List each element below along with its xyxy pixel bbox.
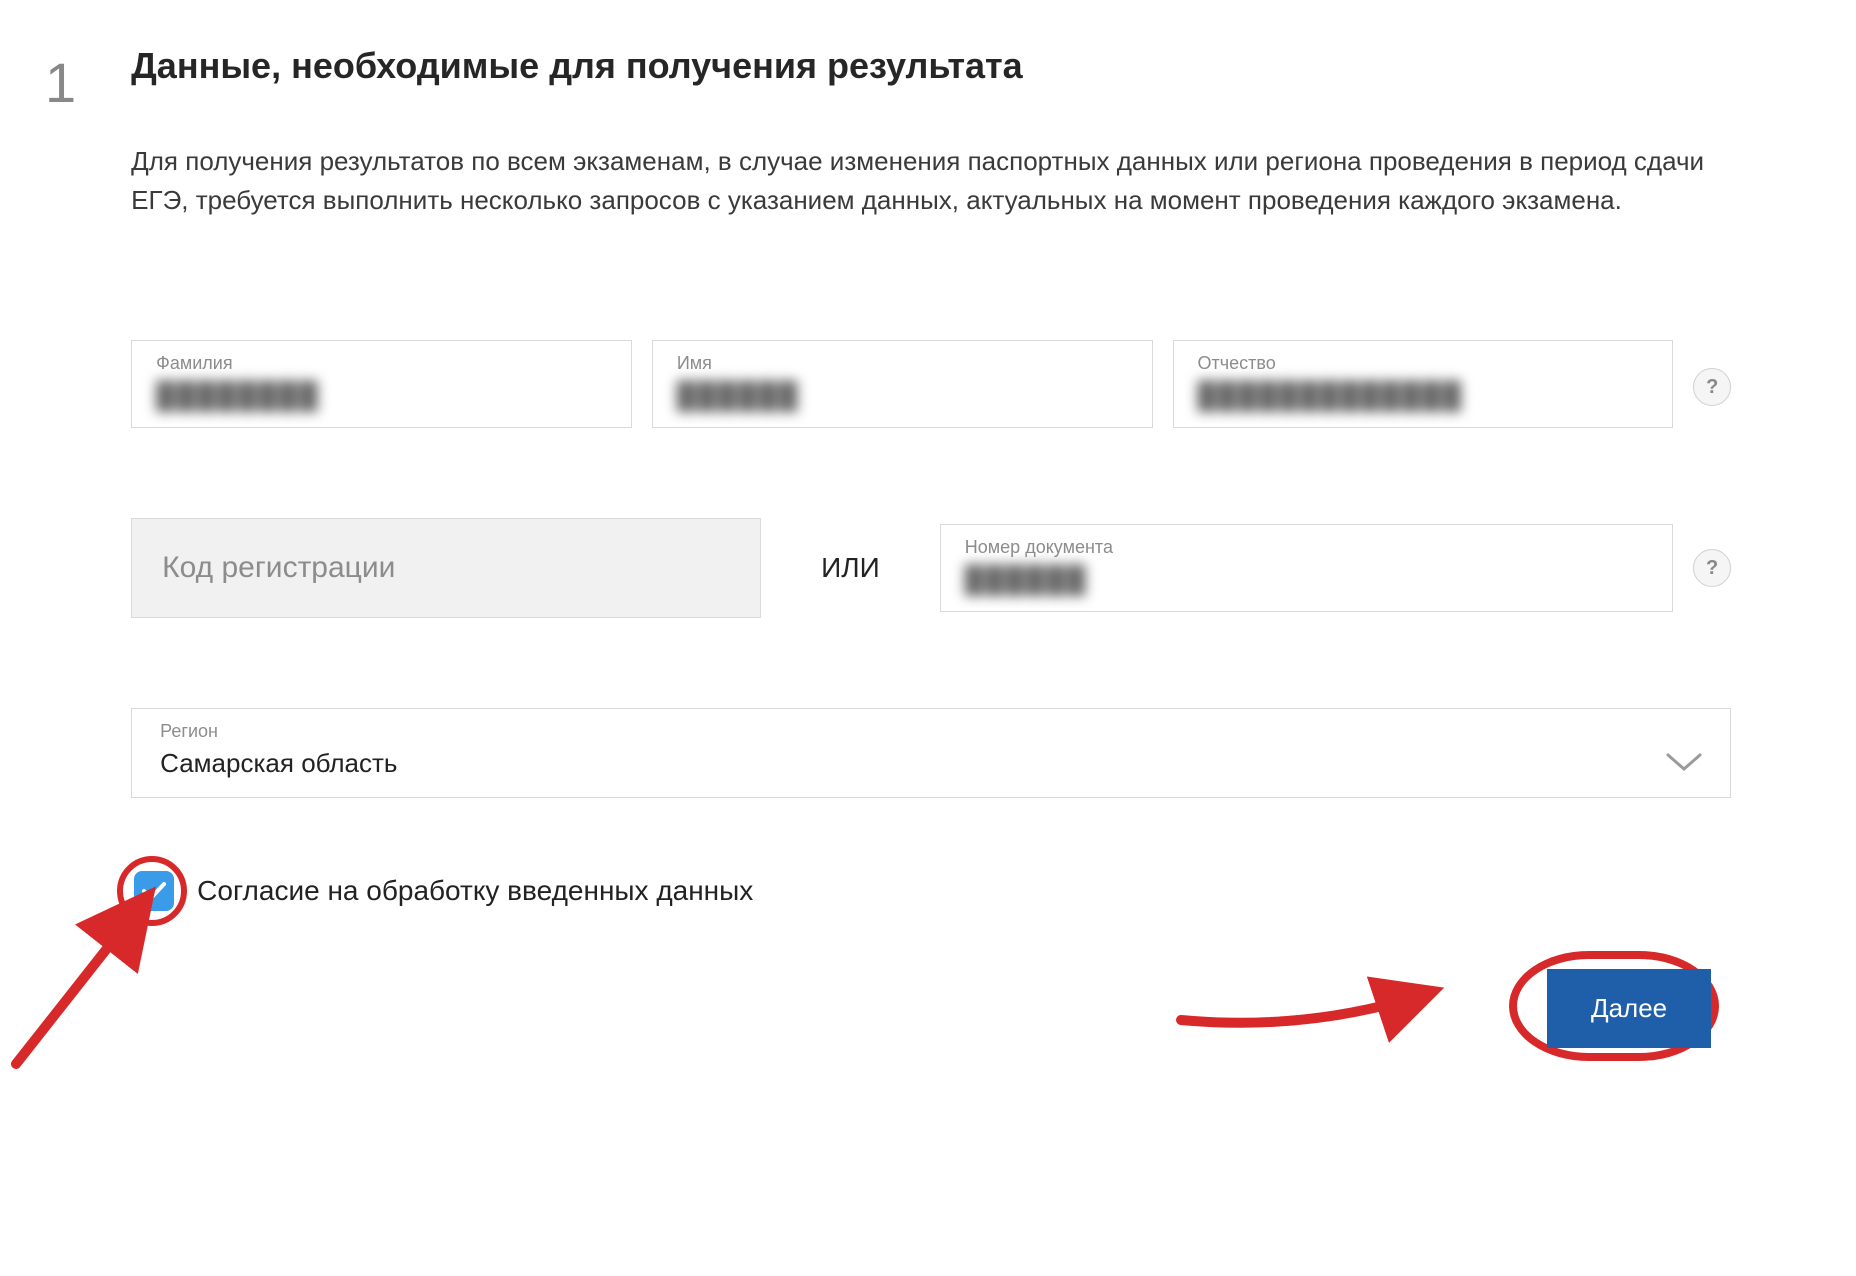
- doc-number-label: Номер документа: [965, 537, 1648, 558]
- consent-label: Согласие на обработку введенных данных: [197, 875, 753, 907]
- region-value: Самарская область: [160, 748, 397, 779]
- doc-number-value: ██████: [965, 564, 1648, 595]
- page-title: Данные, необходимые для получения резуль…: [131, 45, 1731, 87]
- name-fields-row: Фамилия ████████ Имя ██████ Отчество ███…: [131, 340, 1731, 428]
- consent-row: Согласие на обработку введенных данных: [131, 868, 1731, 914]
- patronymic-field[interactable]: Отчество █████████████: [1173, 340, 1674, 428]
- patronymic-label: Отчество: [1198, 353, 1649, 374]
- surname-value: ████████: [156, 380, 607, 411]
- chevron-down-icon: [1666, 751, 1702, 773]
- doc-number-field[interactable]: Номер документа ██████: [940, 524, 1673, 612]
- patronymic-value: █████████████: [1198, 380, 1649, 411]
- doc-number-help-icon[interactable]: ?: [1693, 549, 1731, 587]
- name-label: Имя: [677, 353, 1128, 374]
- form-content: Данные, необходимые для получения резуль…: [131, 45, 1731, 1048]
- or-text: ИЛИ: [781, 552, 920, 584]
- next-button[interactable]: Далее: [1547, 969, 1711, 1048]
- checkmark-icon: [142, 881, 166, 901]
- surname-field[interactable]: Фамилия ████████: [131, 340, 632, 428]
- registration-doc-row: Код регистрации ИЛИ Номер документа ████…: [131, 518, 1731, 618]
- region-select[interactable]: Регион Самарская область: [131, 708, 1731, 798]
- region-label: Регион: [160, 721, 397, 742]
- consent-checkbox[interactable]: [134, 871, 174, 911]
- surname-label: Фамилия: [156, 353, 607, 374]
- registration-code-field[interactable]: Код регистрации: [131, 518, 761, 618]
- name-value: ██████: [677, 380, 1128, 411]
- next-row: Далее: [131, 969, 1731, 1048]
- description-text: Для получения результатов по всем экзаме…: [131, 142, 1731, 220]
- patronymic-help-icon[interactable]: ?: [1693, 368, 1731, 406]
- step-number: 1: [45, 55, 76, 1048]
- name-field[interactable]: Имя ██████: [652, 340, 1153, 428]
- registration-placeholder: Код регистрации: [162, 551, 395, 585]
- annotation-arrow-next: [1171, 942, 1451, 1052]
